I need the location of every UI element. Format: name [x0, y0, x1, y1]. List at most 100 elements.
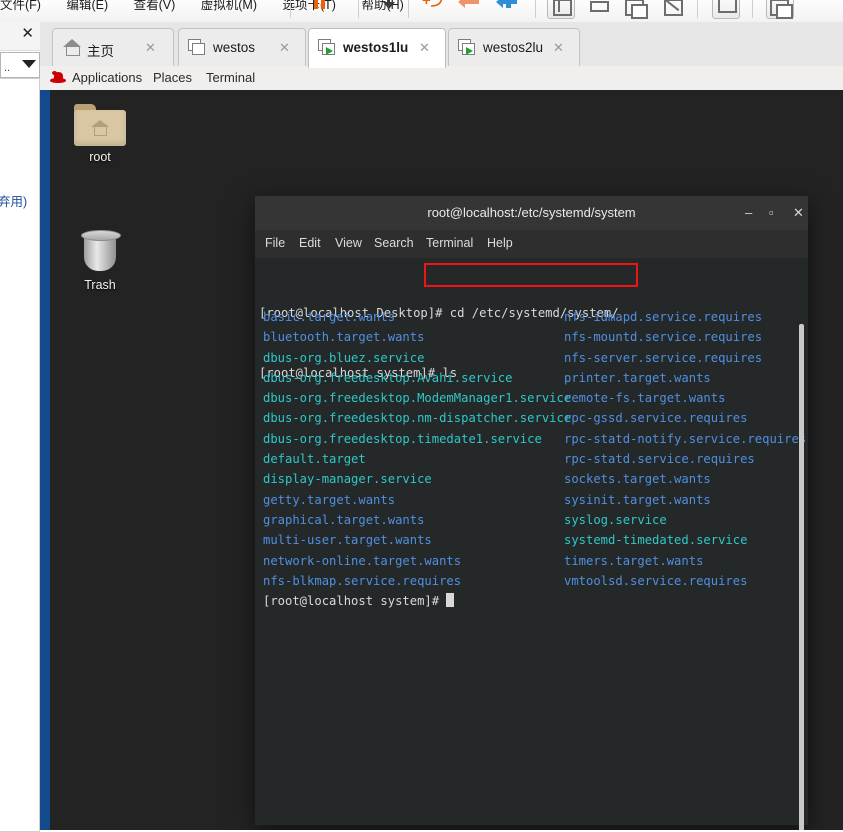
gnome-desktop[interactable]: root Trash root@localhost:/etc/systemd/s… [40, 90, 843, 830]
terminal-listing-entry: sockets.target.wants [564, 472, 711, 487]
tab-westos1lu-close-icon[interactable]: ✕ [419, 40, 430, 56]
desktop-left-accent [40, 90, 50, 830]
terminal-title: root@localhost:/etc/systemd/system [427, 205, 636, 220]
terminal-listing-entry: dbus-org.bluez.service [263, 350, 425, 365]
terminal-listing-entry: dbus-org.freedesktop.timedate1.service [263, 431, 542, 446]
terminal-listing-entry: basic.target.wants [263, 310, 396, 324]
snapshot-add-icon[interactable]: +⤴ [422, 0, 446, 10]
terminal-listing-entry: rpc-gssd.service.requires [564, 411, 748, 426]
menu-view[interactable]: 查看(V) [134, 0, 176, 13]
terminal-window[interactable]: root@localhost:/etc/systemd/system – ▫ ✕… [255, 196, 808, 830]
snapshot-manager-icon[interactable] [496, 0, 518, 8]
unity-icon[interactable] [766, 0, 794, 19]
tab-westos1lu[interactable]: westos1lu ✕ [308, 28, 446, 68]
tab-westos[interactable]: westos ✕ [178, 28, 306, 67]
tab-home[interactable]: 主页 ✕ [52, 28, 174, 67]
gnome-menu-places[interactable]: Places [153, 70, 192, 85]
terminal-listing-entry: dbus-org.freedesktop.ModemManager1.servi… [263, 391, 572, 406]
vm-running-icon [318, 39, 335, 55]
tab-westos2lu-close-icon[interactable]: ✕ [553, 40, 564, 56]
terminal-listing-entry: getty.target.wants [263, 492, 396, 507]
terminal-listing-entry: dbus-org.freedesktop.Avahi.service [263, 370, 513, 385]
terminal-listing-entry: nfs-mountd.service.requires [564, 330, 763, 345]
terminal-titlebar[interactable]: root@localhost:/etc/systemd/system – ▫ ✕ [255, 196, 808, 231]
toolbar-divider [752, 0, 753, 18]
left-panel-dropdown-value: .. [4, 62, 11, 74]
tab-westos2lu-label: westos2lu [483, 40, 544, 55]
terminal-listing-entry: default.target [263, 452, 366, 467]
home-folder-icon [74, 104, 126, 146]
tab-home-close-icon[interactable]: ✕ [145, 40, 156, 56]
terminal-menu-search[interactable]: Search [374, 236, 414, 250]
menu-edit[interactable]: 编辑(E) [66, 0, 108, 13]
menu-vm[interactable]: 虚拟机(M) [201, 0, 257, 13]
terminal-listing-entry: printer.target.wants [564, 370, 711, 385]
left-panel-note: 弃用) [0, 195, 28, 209]
terminal-scrollbar[interactable] [799, 324, 804, 830]
desktop-icon-root[interactable]: root [63, 104, 137, 164]
close-icon[interactable]: ✕ [21, 26, 34, 41]
terminal-menu-terminal[interactable]: Terminal [426, 236, 473, 250]
layout-none-icon[interactable] [658, 0, 686, 19]
snapshot-take-icon[interactable] [375, 0, 395, 10]
terminal-listing-entry: vmtoolsd.service.requires [564, 573, 748, 588]
terminal-listing-entry: multi-user.target.wants [263, 533, 432, 548]
terminal-listing-entry: dbus-org.freedesktop.nm-dispatcher.servi… [263, 411, 572, 426]
minimize-icon[interactable]: – [745, 206, 752, 219]
vmware-toolbar: 文件(F) 编辑(E) 查看(V) 虚拟机(M) 选项卡(T) 帮助(H) +⤴ [0, 0, 843, 22]
close-icon[interactable]: ✕ [793, 206, 804, 219]
tab-westos-label: westos [213, 40, 256, 55]
terminal-listing-entry: bluetooth.target.wants [263, 330, 425, 345]
terminal-listing-entry: network-online.target.wants [263, 553, 462, 568]
snapshot-revert-icon[interactable] [458, 0, 480, 8]
terminal-text: [root@localhost Desktop]# cd /etc/system… [259, 262, 806, 818]
gnome-menu-applications[interactable]: Applications [72, 70, 142, 85]
terminal-cursor [446, 593, 455, 607]
toolbar-divider [697, 0, 698, 18]
terminal-listing-entry: sysinit.target.wants [564, 492, 711, 507]
terminal-listing-entry: rpc-statd.service.requires [564, 452, 755, 467]
pause-icon[interactable] [314, 0, 328, 9]
gnome-top-panel: Applications Places Terminal [40, 66, 843, 91]
terminal-listing-entry: timers.target.wants [564, 553, 704, 568]
trash-icon [81, 230, 121, 274]
left-panel-dropdown[interactable]: .. [0, 52, 40, 78]
layout-sidebar-icon[interactable] [547, 0, 575, 19]
toolbar-divider [358, 0, 359, 18]
tab-westos2lu[interactable]: westos2lu ✕ [448, 28, 580, 67]
terminal-listing-entry: nfs-blkmap.service.requires [263, 573, 462, 588]
layout-bottom-icon[interactable] [584, 0, 612, 19]
redhat-logo-icon [50, 71, 66, 84]
chevron-down-icon[interactable] [22, 60, 36, 68]
terminal-menu-file[interactable]: File [265, 236, 285, 250]
toolbar-divider [408, 0, 409, 18]
terminal-listing-entry: nfs-server.service.requires [564, 350, 763, 365]
desktop-icon-trash-label: Trash [84, 278, 116, 292]
terminal-listing-entry: remote-fs.target.wants [564, 391, 726, 406]
home-icon [63, 39, 81, 56]
menu-file[interactable]: 文件(F) [0, 0, 41, 13]
terminal-listing-column-right: nfs-idmapd.service.requires nfs-mountd.se… [564, 307, 806, 591]
tab-westos1lu-label: westos1lu [343, 40, 409, 55]
desktop-icon-root-label: root [89, 150, 111, 164]
terminal-listing-entry: nfs-idmapd.service.requires [564, 310, 763, 324]
terminal-line-final-prompt: [root@localhost system]# [263, 591, 455, 611]
desktop-icon-trash[interactable]: Trash [63, 230, 137, 292]
vm-guest-screen[interactable]: Applications Places Terminal root Trash … [40, 66, 843, 830]
toolbar-divider [290, 0, 291, 18]
vmware-menubar[interactable]: 文件(F) 编辑(E) 查看(V) 虚拟机(M) 选项卡(T) 帮助(H) [0, 0, 420, 13]
terminal-listing-entry: display-manager.service [263, 472, 432, 487]
terminal-listing-entry: graphical.target.wants [263, 512, 425, 527]
gnome-menu-terminal[interactable]: Terminal [206, 70, 255, 85]
terminal-menu-view[interactable]: View [335, 236, 362, 250]
terminal-output-area[interactable]: [root@localhost Desktop]# cd /etc/system… [255, 258, 808, 830]
fullscreen-icon[interactable] [712, 0, 740, 19]
maximize-icon[interactable]: ▫ [769, 206, 774, 219]
left-panel-titlebar: ✕ [0, 22, 40, 51]
terminal-menu-help[interactable]: Help [487, 236, 513, 250]
tab-westos-close-icon[interactable]: ✕ [279, 40, 290, 56]
left-panel-content: 弃用) [0, 78, 40, 832]
layout-thumbnails-icon[interactable] [621, 0, 649, 19]
terminal-listing-entry: syslog.service [564, 512, 667, 527]
terminal-menu-edit[interactable]: Edit [299, 236, 321, 250]
